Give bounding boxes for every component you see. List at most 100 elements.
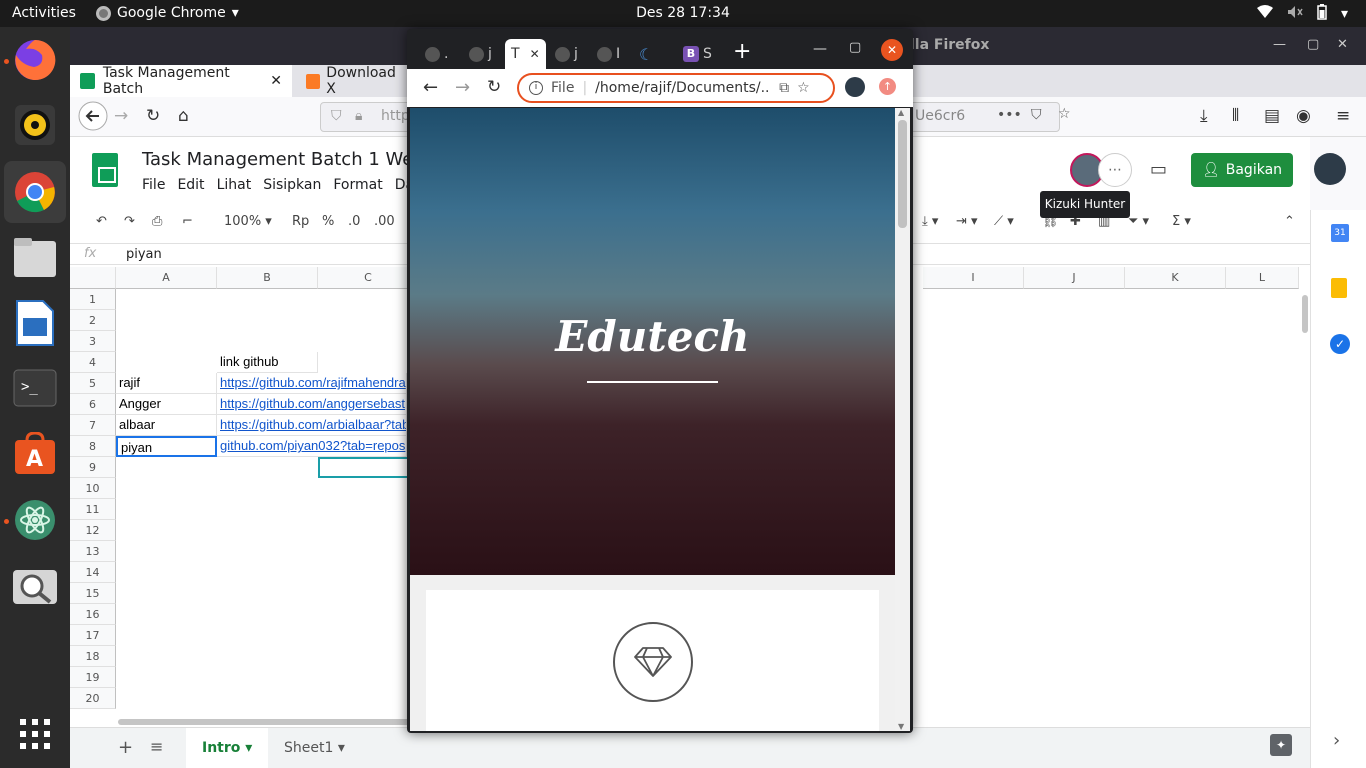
row-header[interactable]: 5 [70, 373, 116, 394]
menu-edit[interactable]: Edit [177, 177, 204, 193]
comments-icon[interactable]: ▭ [1150, 159, 1167, 180]
row-header[interactable]: 10 [70, 478, 116, 499]
new-tab-icon[interactable]: + [733, 39, 751, 64]
sidebar-icon[interactable]: ▤ [1264, 106, 1280, 126]
tasks-icon[interactable]: ✓ [1330, 334, 1350, 354]
writer-icon[interactable] [10, 298, 60, 348]
cell-a4[interactable]: rajif [116, 373, 217, 394]
menu-view[interactable]: Lihat [217, 177, 252, 193]
more-icon[interactable]: ••• [997, 107, 1022, 123]
omnibox[interactable]: i File | /home/rajif/Documents/... ⧉ ☆ [517, 73, 835, 103]
row-header[interactable]: 9 [70, 457, 116, 478]
row-header[interactable]: 17 [70, 625, 116, 646]
home-icon[interactable]: ⌂ [178, 106, 189, 126]
cell-b6[interactable]: https://github.com/arbialbaar?tab [217, 415, 407, 436]
calendar-icon[interactable]: 31 [1331, 224, 1349, 242]
back-icon[interactable]: ← [423, 77, 438, 98]
firefox-tab[interactable]: Task Management Batch ✕ [70, 65, 292, 97]
atom-icon[interactable] [10, 495, 60, 545]
firefox-icon[interactable] [10, 35, 60, 85]
menu-insert[interactable]: Sisipkan [263, 177, 321, 193]
account-avatar[interactable] [1314, 153, 1346, 185]
download-icon[interactable]: ⤓ [1200, 106, 1208, 126]
back-icon[interactable] [78, 101, 108, 136]
close-tab-icon[interactable]: ✕ [530, 47, 540, 61]
row-header[interactable]: 12 [70, 520, 116, 541]
currency-format-button[interactable]: Rp [292, 214, 309, 229]
close-icon[interactable]: ✕ [1337, 37, 1348, 52]
clock[interactable]: Des 28 17:34 [0, 5, 1366, 21]
share-button[interactable]: 👤︎ Bagikan [1191, 153, 1293, 187]
forward-icon[interactable]: → [455, 77, 470, 98]
row-header[interactable]: 16 [70, 604, 116, 625]
column-header[interactable]: K [1125, 267, 1226, 289]
menu-format[interactable]: Format [333, 177, 382, 193]
cell-b4[interactable]: https://github.com/rajifmahendra [217, 373, 407, 394]
bookmark-star-icon[interactable]: ☆ [1058, 106, 1071, 122]
row-header[interactable]: 13 [70, 541, 116, 562]
terminal-icon[interactable]: >_ [10, 363, 60, 413]
column-header[interactable]: B [217, 267, 318, 289]
row-header[interactable]: 2 [70, 310, 116, 331]
chrome-tab-active[interactable]: T ✕ [505, 39, 546, 69]
column-header[interactable]: C [318, 267, 419, 289]
redo-icon[interactable]: ↷ [124, 214, 135, 229]
highlighted-cell-c9[interactable] [318, 457, 419, 478]
cell-a6[interactable]: albaar [116, 415, 217, 436]
cell-a5[interactable]: Angger [116, 394, 217, 415]
library-icon[interactable]: ⫴ [1232, 106, 1239, 126]
add-sheet-icon[interactable]: + [118, 737, 133, 758]
row-header[interactable]: 7 [70, 415, 116, 436]
update-icon[interactable]: ↑ [879, 78, 896, 95]
chrome-tab[interactable]: ☾ [639, 39, 653, 69]
text-wrap-icon[interactable]: ⇥ ▾ [956, 214, 978, 229]
row-header[interactable]: 14 [70, 562, 116, 583]
sheet-tab-intro[interactable]: Intro ▾ [186, 728, 269, 768]
column-header[interactable]: A [116, 267, 217, 289]
bookmark-star-icon[interactable]: ☆ [797, 80, 810, 96]
forward-icon[interactable]: → [114, 106, 128, 126]
pocket-icon[interactable]: ⛉ [1031, 107, 1042, 123]
maximize-icon[interactable]: ▢ [849, 40, 861, 55]
minimize-icon[interactable]: — [813, 41, 827, 57]
rhythmbox-icon[interactable] [10, 100, 60, 150]
row-header[interactable]: 11 [70, 499, 116, 520]
screenshot-icon[interactable] [10, 561, 60, 611]
chrome-icon[interactable] [4, 161, 66, 223]
undo-icon[interactable]: ↶ [96, 214, 107, 229]
row-header[interactable]: 6 [70, 394, 116, 415]
vertical-scrollbar[interactable] [1302, 295, 1308, 333]
collapse-toolbar-icon[interactable]: ⌃ [1284, 214, 1295, 229]
cell-a7-selected[interactable]: piyan [116, 436, 217, 457]
row-header[interactable]: 3 [70, 331, 116, 352]
close-window-icon[interactable]: ✕ [881, 39, 903, 61]
scrollbar-thumb[interactable] [898, 120, 907, 228]
menu-icon[interactable]: ≡ [1336, 106, 1350, 126]
reload-icon[interactable]: ↻ [487, 77, 501, 97]
scroll-up-icon[interactable]: ▲ [898, 108, 904, 117]
reload-icon[interactable]: ↻ [146, 106, 160, 126]
formula-input[interactable]: piyan [126, 247, 162, 262]
row-header[interactable]: 18 [70, 646, 116, 667]
document-title[interactable]: Task Management Batch 1 Weeke [142, 149, 445, 170]
all-sheets-icon[interactable]: ≡ [150, 737, 163, 756]
keep-icon[interactable] [1331, 278, 1347, 298]
vertical-align-icon[interactable]: ⤓ ▾ [922, 214, 938, 229]
column-header[interactable]: I [923, 267, 1024, 289]
chrome-tab[interactable]: BS [683, 39, 712, 69]
files-icon[interactable] [10, 233, 60, 283]
scroll-down-icon[interactable]: ▼ [898, 722, 904, 731]
decrease-decimal-button[interactable]: .0 [348, 214, 360, 229]
percent-format-button[interactable]: % [322, 214, 334, 229]
filter-icon[interactable]: ⏷ ▾ [1128, 214, 1149, 229]
system-tray[interactable]: ▾ [1256, 4, 1348, 24]
select-all-corner[interactable] [70, 267, 116, 289]
maximize-icon[interactable]: ▢ [1307, 37, 1319, 52]
profile-avatar[interactable] [845, 77, 865, 97]
cell-b5[interactable]: https://github.com/anggersebast [217, 394, 407, 415]
sheets-logo-icon[interactable] [92, 153, 118, 187]
increase-decimal-button[interactable]: .00 [374, 214, 395, 229]
explore-icon[interactable]: ✦ [1270, 734, 1292, 756]
sheet-tab-sheet1[interactable]: Sheet1 ▾ [268, 728, 361, 768]
row-header[interactable]: 19 [70, 667, 116, 688]
